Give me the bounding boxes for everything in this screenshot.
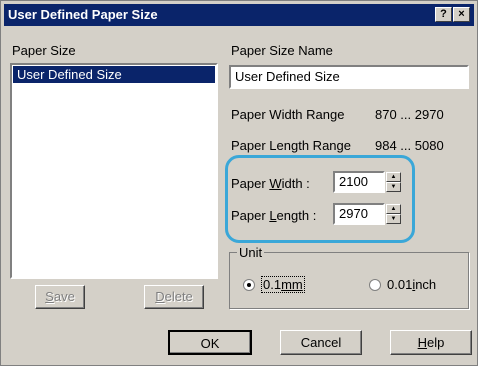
title-bar[interactable]: User Defined Paper Size ? ×	[4, 4, 474, 26]
paper-length-input[interactable]: 2970	[333, 203, 385, 225]
dialog-window: User Defined Paper Size ? × Paper Size U…	[0, 0, 478, 366]
unit-option-inch-label[interactable]: 0.01inch	[387, 277, 436, 292]
paper-length-label: Paper Length :	[231, 208, 317, 223]
highlight-ring	[225, 155, 415, 243]
delete-button[interactable]: Delete	[144, 285, 204, 309]
spin-up-icon[interactable]: ▲	[386, 204, 401, 214]
list-item[interactable]: User Defined Size	[13, 66, 215, 83]
radio-0-1mm[interactable]	[243, 279, 255, 291]
length-range-label: Paper Length Range	[231, 138, 351, 153]
cancel-button[interactable]: Cancel	[280, 330, 362, 355]
radio-selected-dot	[247, 283, 251, 287]
close-button[interactable]: ×	[453, 7, 470, 22]
help-button[interactable]: Help	[390, 330, 472, 355]
radio-0-01inch[interactable]	[369, 279, 381, 291]
save-button[interactable]: Save	[35, 285, 85, 309]
spin-down-icon[interactable]: ▼	[386, 182, 401, 192]
paper-length-spinner[interactable]: ▲ ▼	[386, 204, 401, 224]
window-title: User Defined Paper Size	[8, 7, 158, 22]
ok-button[interactable]: OK	[168, 330, 252, 355]
unit-group-label: Unit	[237, 245, 265, 260]
paper-width-input[interactable]: 2100	[333, 171, 385, 193]
width-range-label: Paper Width Range	[231, 107, 345, 122]
spin-up-icon[interactable]: ▲	[386, 172, 401, 182]
paper-name-input[interactable]: User Defined Size	[229, 65, 469, 89]
help-title-button[interactable]: ?	[435, 7, 452, 22]
length-range-value: 984 ... 5080	[375, 138, 444, 153]
paper-size-list[interactable]: User Defined Size	[10, 63, 218, 279]
paper-width-spinner[interactable]: ▲ ▼	[386, 172, 401, 192]
unit-option-mm-label[interactable]: 0.1mm	[261, 276, 305, 293]
paper-size-label: Paper Size	[12, 43, 76, 58]
width-range-value: 870 ... 2970	[375, 107, 444, 122]
paper-width-label: Paper Width :	[231, 176, 310, 191]
spin-down-icon[interactable]: ▼	[386, 214, 401, 224]
paper-name-label: Paper Size Name	[231, 43, 333, 58]
